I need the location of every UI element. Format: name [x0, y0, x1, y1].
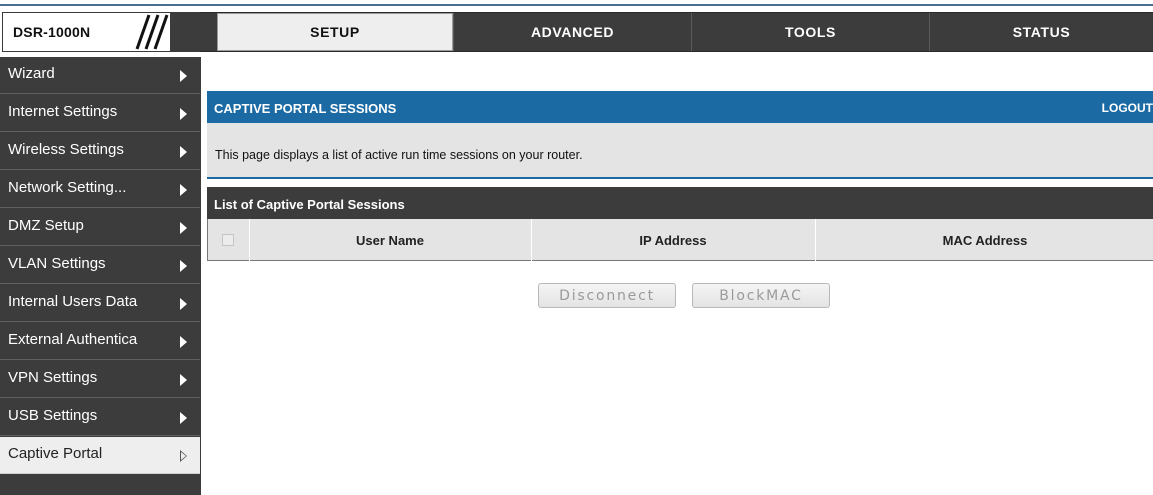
chevron-right-icon [180, 184, 187, 196]
sidebar-item-label: Internal Users Data [8, 293, 138, 310]
tab-status[interactable]: STATUS [929, 13, 1153, 51]
chevron-right-icon [180, 108, 187, 120]
sidebar-item-internal-users-data[interactable]: Internal Users Data [0, 285, 200, 322]
chevron-right-icon [180, 374, 187, 386]
sidebar-item-label: Wizard [8, 65, 55, 82]
chevron-right-icon [180, 260, 187, 272]
sidebar-item-label: VPN Settings [8, 369, 98, 386]
disconnect-button[interactable]: Disconnect [538, 283, 676, 308]
brand-logo: DSR-1000N [2, 12, 200, 52]
slash-logo-icon [135, 14, 169, 50]
chevron-right-icon [180, 70, 187, 82]
column-ip-address[interactable]: IP Address [531, 219, 814, 261]
tab-tools[interactable]: TOOLS [691, 13, 929, 51]
sidebar-item-label: USB Settings [8, 407, 98, 424]
main-content: CAPTIVE PORTAL SESSIONS LOGOUT This page… [207, 57, 1153, 495]
sidebar-item-label: Internet Settings [8, 103, 118, 120]
sidebar-item-label: VLAN Settings [8, 255, 106, 272]
select-column [208, 219, 248, 261]
chevron-right-outline-icon [180, 450, 187, 462]
section-header: CAPTIVE PORTAL SESSIONS LOGOUT [207, 91, 1153, 123]
sidebar-item-wizard[interactable]: Wizard [0, 57, 200, 94]
header: DSR-1000N SETUP ADVANCED TOOLS STATUS [0, 12, 1153, 52]
select-all-checkbox[interactable] [222, 234, 234, 246]
sidebar-item-label: Captive Portal [8, 445, 103, 462]
sidebar-item-label: Network Setting... [8, 179, 127, 196]
description-box: This page displays a list of active run … [207, 123, 1153, 179]
sidebar-item-label: Wireless Settings [8, 141, 124, 158]
model-name: DSR-1000N [13, 24, 91, 40]
sidebar-item-internet-settings[interactable]: Internet Settings [0, 95, 200, 132]
sidebar-item-label: External Authentica [8, 331, 138, 348]
sidebar-item-wireless-settings[interactable]: Wireless Settings [0, 133, 200, 170]
blockmac-button[interactable]: BlockMAC [692, 283, 830, 308]
page-title: CAPTIVE PORTAL SESSIONS [214, 101, 397, 116]
sidebar-item-dmz-setup[interactable]: DMZ Setup [0, 209, 200, 246]
sidebar-item-external-authentication[interactable]: External Authentica [0, 323, 200, 360]
sidebar-item-usb-settings[interactable]: USB Settings [0, 399, 200, 436]
chevron-right-icon [180, 222, 187, 234]
top-nav: SETUP ADVANCED TOOLS STATUS [200, 12, 1153, 52]
list-header: List of Captive Portal Sessions [207, 187, 1153, 219]
chevron-right-icon [180, 298, 187, 310]
table-header-row: User Name IP Address MAC Address [207, 219, 1153, 261]
chevron-right-icon [180, 412, 187, 424]
tab-advanced[interactable]: ADVANCED [453, 13, 691, 51]
sidebar: Wizard Internet Settings Wireless Settin… [0, 57, 201, 495]
sidebar-item-vlan-settings[interactable]: VLAN Settings [0, 247, 200, 284]
chevron-right-icon [180, 146, 187, 158]
page-description: This page displays a list of active run … [215, 148, 583, 162]
column-user-name[interactable]: User Name [249, 219, 530, 261]
column-mac-address[interactable]: MAC Address [815, 219, 1153, 261]
top-rule [0, 4, 1153, 6]
chevron-right-icon [180, 336, 187, 348]
logo-dark-block [170, 13, 200, 51]
sidebar-item-network-settings[interactable]: Network Setting... [0, 171, 200, 208]
list-title: List of Captive Portal Sessions [214, 197, 405, 212]
logout-link[interactable]: LOGOUT [1102, 101, 1153, 115]
tab-setup[interactable]: SETUP [217, 13, 453, 51]
sidebar-item-label: DMZ Setup [8, 217, 84, 234]
sidebar-item-captive-portal[interactable]: Captive Portal [0, 437, 200, 474]
sidebar-item-vpn-settings[interactable]: VPN Settings [0, 361, 200, 398]
